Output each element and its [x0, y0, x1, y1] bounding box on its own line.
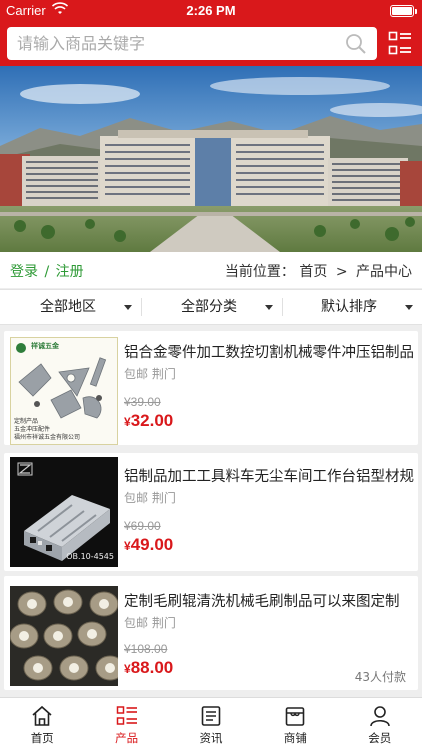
price-value: 49.00 [130, 535, 174, 554]
tab-shop-label: 商铺 [283, 731, 307, 745]
search-header [0, 22, 422, 66]
status-bar: Carrier 2:26 PM [0, 0, 422, 22]
caret-down-icon [124, 305, 132, 310]
home-icon [32, 705, 52, 726]
thumb-brand: 祥诚五金 [31, 342, 59, 350]
sold-count: 43人付款 [354, 670, 406, 684]
tab-products-label: 产品 [115, 731, 139, 745]
breadcrumb: 当前位置： 首页 > 产品中心 [225, 261, 412, 281]
thumb-caption-line: 福州市祥诚五金有限公司 [14, 434, 81, 441]
tab-shop[interactable]: 商铺 [253, 698, 337, 750]
divider [141, 298, 142, 316]
search-box[interactable] [7, 27, 377, 60]
register-link[interactable]: 注册 [56, 264, 84, 280]
caret-down-icon [265, 305, 273, 310]
tab-products[interactable]: 产品 [84, 698, 168, 750]
clock: 2:26 PM [186, 3, 236, 18]
product-image[interactable]: 祥诚五金 定制产品 五金冲压配件 福州市祥诚五金有限公司 [10, 337, 118, 445]
product-card[interactable]: 定制毛刷辊清洗机械毛刷制品可以来图定制 包邮 荆门 ¥108.00 ¥88.00… [4, 576, 418, 690]
filter-category[interactable]: 全部分类 [181, 290, 273, 324]
breadcrumb-home[interactable]: 首页 [299, 264, 327, 280]
tab-home[interactable]: 首页 [0, 698, 84, 750]
grid-menu-icon[interactable] [388, 31, 412, 55]
currency-symbol: ¥ [124, 662, 131, 676]
thumb-caption-line: 定制产品 [14, 418, 39, 425]
price-value: 32.00 [130, 411, 174, 430]
breadcrumb-arrow: > [335, 264, 348, 280]
tab-news-label: 资讯 [199, 731, 223, 745]
currency-symbol: ¥ [124, 539, 131, 553]
auth-separator: / [44, 264, 50, 280]
filter-category-label: 全部分类 [181, 299, 237, 315]
product-original-price: ¥39.00 [124, 395, 161, 409]
breadcrumb-bar: 登录 / 注册 当前位置： 首页 > 产品中心 [0, 252, 422, 288]
currency-symbol: ¥ [124, 415, 131, 429]
tab-member[interactable]: 会员 [338, 698, 422, 750]
news-icon [201, 706, 221, 726]
product-name[interactable]: 铝制品加工工具料车无尘车间工作台铝型材规 [124, 465, 414, 486]
thumb-model: OB.10-4545 [66, 552, 114, 561]
filter-sort-label: 默认排序 [321, 299, 377, 315]
tab-member-label: 会员 [368, 731, 392, 745]
product-image[interactable]: OB.10-4545 [10, 457, 118, 567]
product-image[interactable] [10, 586, 118, 686]
price-value: 88.00 [130, 658, 174, 677]
product-location: 包邮 荆门 [124, 616, 176, 630]
tab-home-label: 首页 [30, 731, 54, 745]
auth-links: 登录 / 注册 [10, 261, 84, 281]
product-price: ¥49.00 [124, 535, 173, 555]
divider [282, 298, 283, 316]
filter-sort[interactable]: 默认排序 [321, 290, 413, 324]
banner-image[interactable] [0, 66, 422, 252]
product-location: 包邮 荆门 [124, 491, 176, 505]
product-location: 包邮 荆门 [124, 367, 176, 381]
product-name[interactable]: 定制毛刷辊清洗机械毛刷制品可以来图定制 [124, 590, 414, 611]
user-icon [369, 706, 390, 727]
product-card[interactable]: OB.10-4545 铝制品加工工具料车无尘车间工作台铝型材规 包邮 荆门 ¥6… [4, 453, 418, 571]
bottom-tab-bar: 首页 产品 资讯 商铺 会员 [0, 697, 422, 750]
product-price: ¥32.00 [124, 411, 173, 431]
shop-icon [286, 707, 305, 726]
search-input[interactable] [17, 27, 337, 60]
product-price: ¥88.00 [124, 658, 173, 678]
product-card[interactable]: 祥诚五金 定制产品 五金冲压配件 福州市祥诚五金有限公司 铝合金零件加工数控切割… [4, 331, 418, 445]
tab-news[interactable]: 资讯 [169, 698, 253, 750]
product-original-price: ¥108.00 [124, 642, 168, 656]
login-link[interactable]: 登录 [10, 264, 38, 280]
caret-down-icon [405, 305, 413, 310]
list-icon [116, 706, 137, 725]
filter-region-label: 全部地区 [40, 299, 96, 315]
thumb-caption: 定制产品 五金冲压配件 福州市祥诚五金有限公司 [14, 418, 80, 442]
search-icon[interactable] [345, 33, 367, 55]
breadcrumb-current: 产品中心 [356, 264, 412, 280]
battery-icon [390, 5, 417, 17]
breadcrumb-label: 当前位置： [224, 264, 295, 280]
thumb-caption-line: 五金冲压配件 [14, 426, 51, 433]
filter-bar: 全部地区 全部分类 默认排序 [0, 289, 422, 325]
product-original-price: ¥69.00 [124, 519, 161, 533]
filter-region[interactable]: 全部地区 [40, 290, 132, 324]
product-name[interactable]: 铝合金零件加工数控切割机械零件冲压铝制品 [124, 341, 414, 362]
